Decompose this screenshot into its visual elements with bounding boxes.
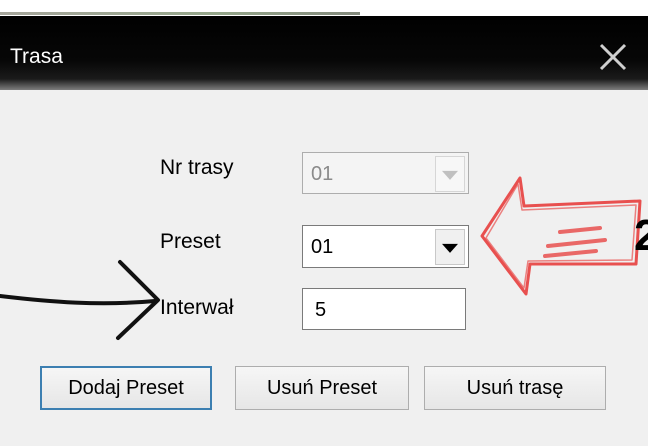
chevron-down-icon [442,243,458,253]
dialog-body: Nr trasy 01 Preset 01 Interwał 5 Dodaj P… [0,90,648,446]
screenshot-page: Trasa Nr trasy 01 Preset 01 Interwał 5 D… [0,0,648,446]
interval-input[interactable]: 5 [302,288,466,330]
close-button[interactable] [596,42,630,72]
add-preset-button[interactable]: Dodaj Preset [40,366,212,410]
route-number-label: Nr trasy [160,156,234,179]
route-number-value: 01 [311,163,334,185]
interval-value: 5 [315,299,327,321]
route-dialog: Trasa Nr trasy 01 Preset 01 Interwał 5 D… [0,16,648,446]
close-icon [599,43,627,71]
remove-preset-button[interactable]: Usuń Preset [235,366,409,410]
preset-value: 01 [311,236,334,258]
preset-label: Preset [160,230,221,253]
route-number-select[interactable]: 01 [302,152,469,194]
cropped-top-line [0,12,360,15]
preset-select[interactable]: 01 [302,225,469,268]
window-title: Trasa [10,45,63,68]
interval-label: Interwał [160,296,234,319]
title-bar: Trasa [0,16,648,90]
remove-route-button[interactable]: Usuń trasę [424,366,606,410]
chevron-down-icon [442,170,458,180]
preset-dropdown-button[interactable] [435,229,465,265]
route-number-dropdown-button[interactable] [435,156,465,192]
cropped-top-strip [0,0,648,16]
